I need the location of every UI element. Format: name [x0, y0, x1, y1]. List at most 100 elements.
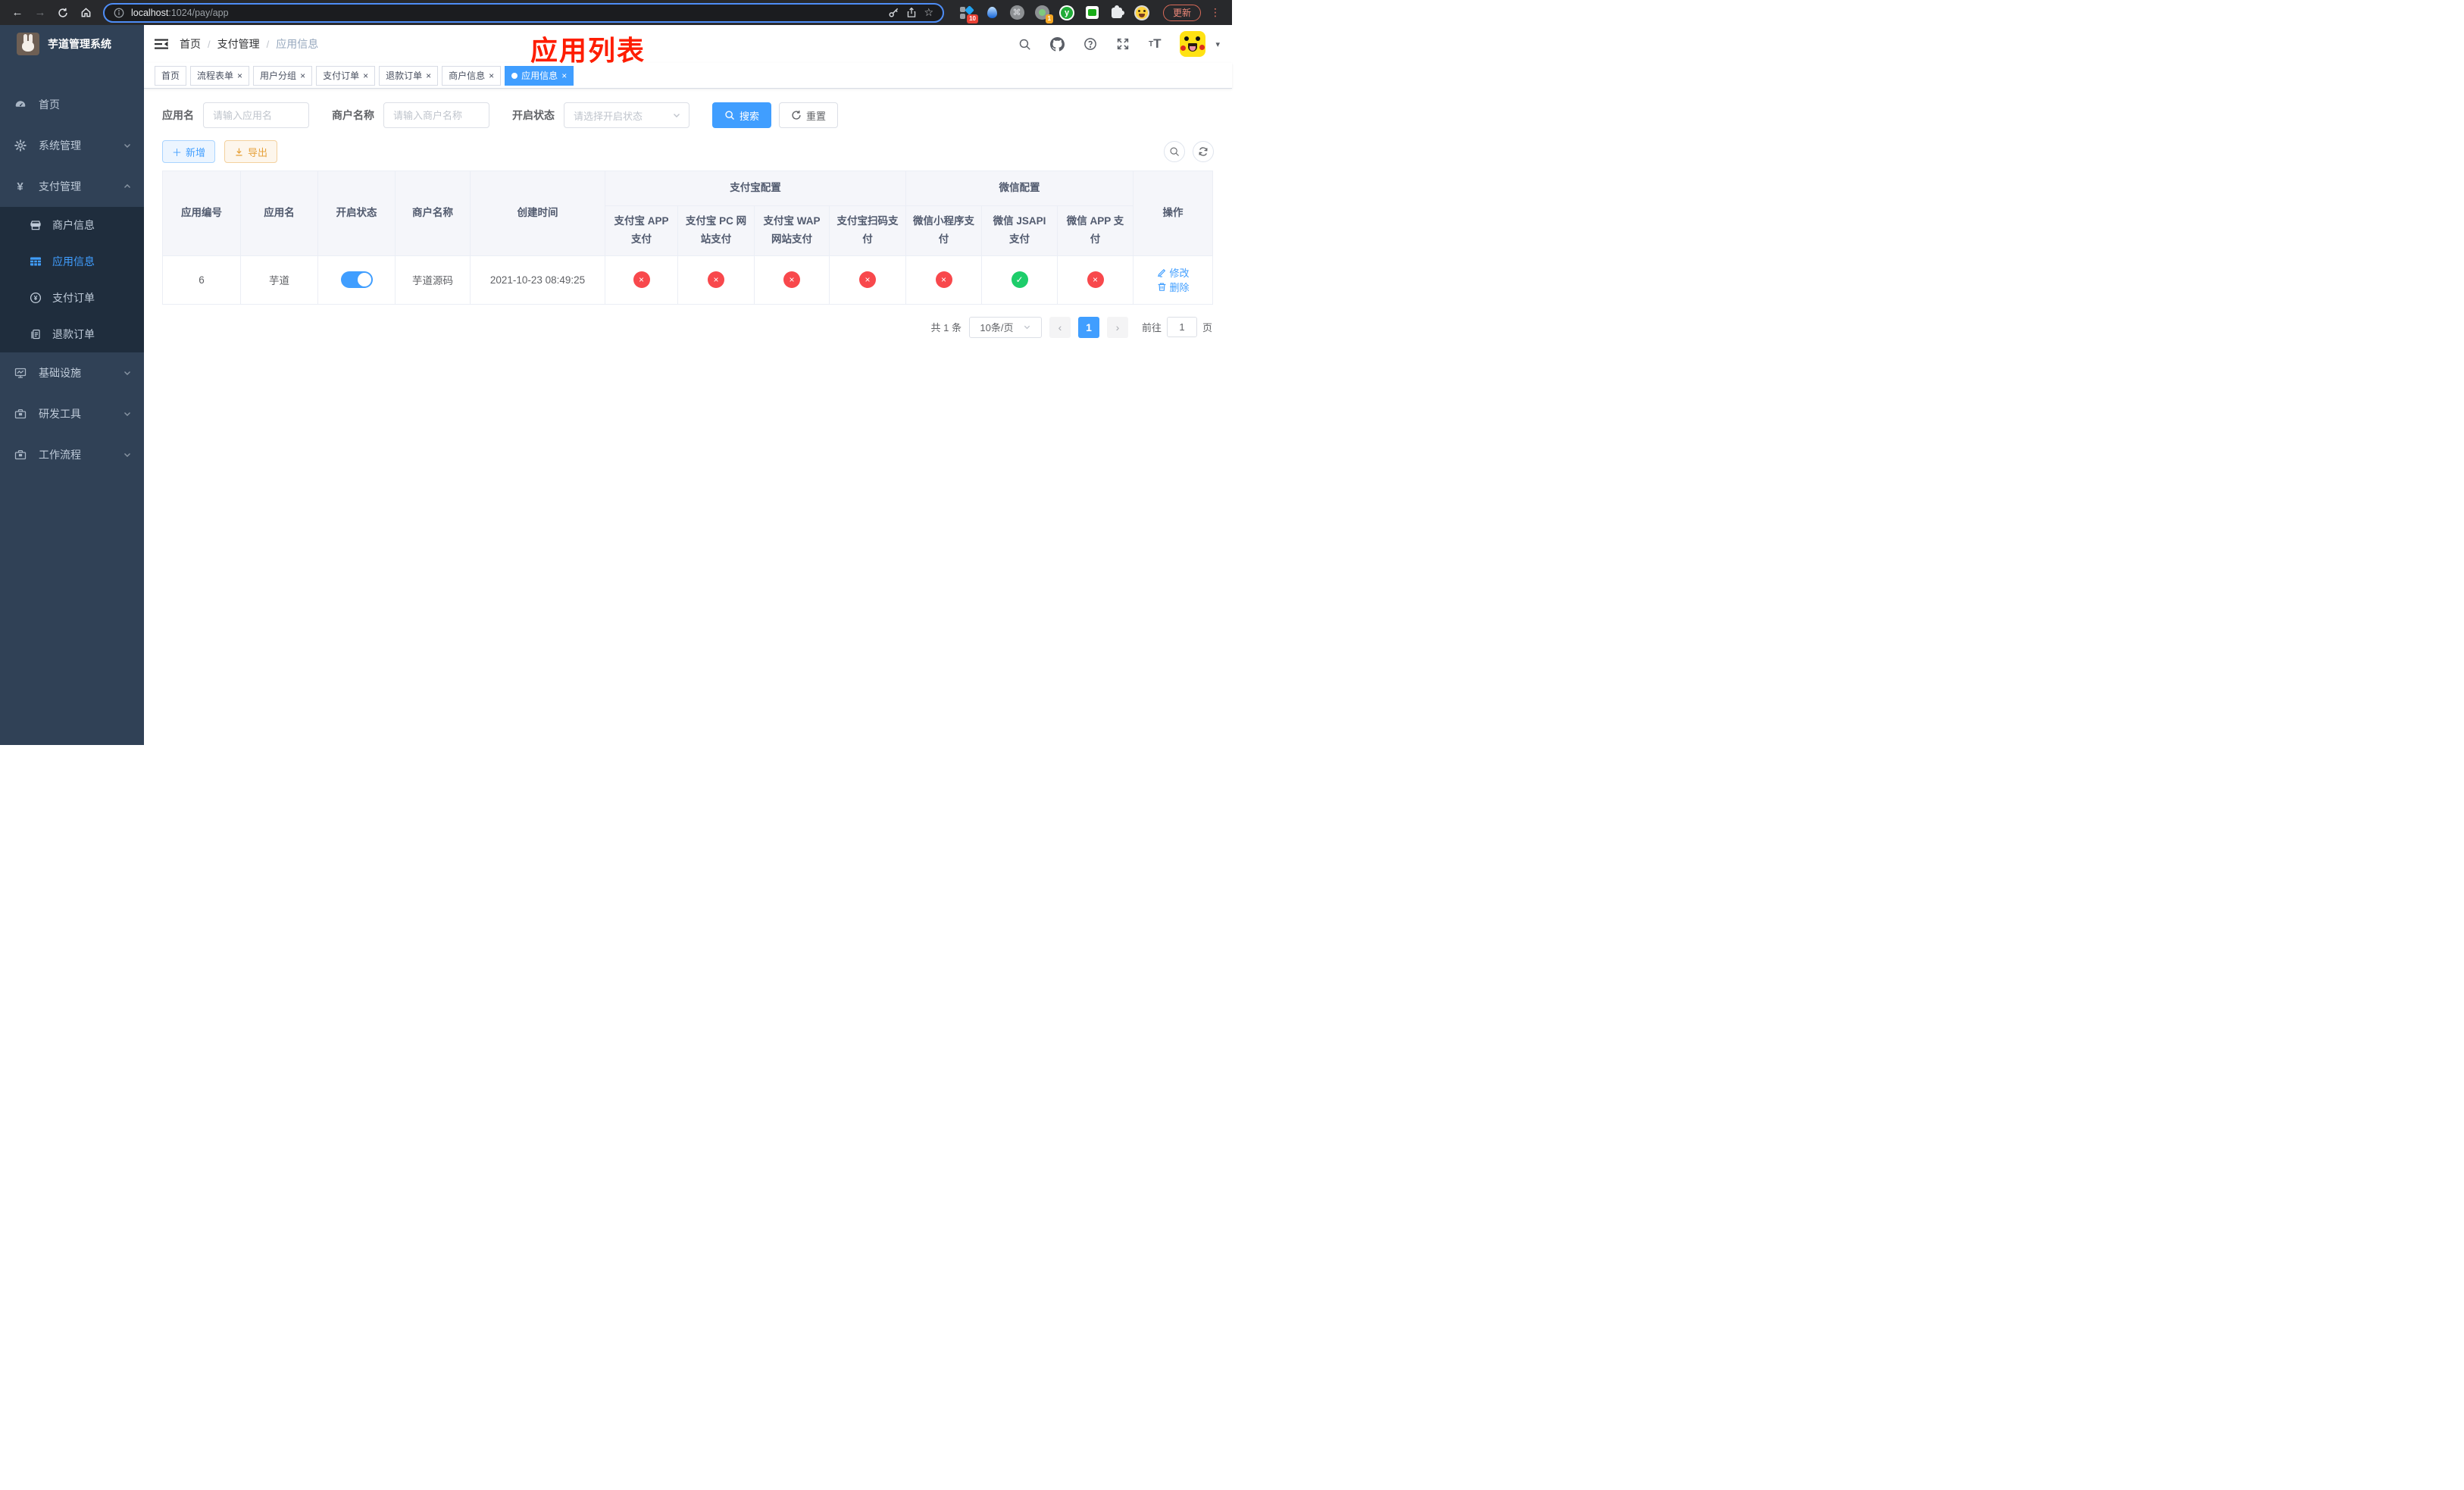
share-icon[interactable] [906, 7, 917, 18]
breadcrumb-home[interactable]: 首页 [180, 36, 201, 52]
merchant-name-input[interactable] [383, 102, 489, 128]
dashboard-icon [14, 99, 27, 111]
sidebar-collapse-icon[interactable] [155, 38, 168, 50]
app-name-input[interactable] [203, 102, 309, 128]
status-label: 开启状态 [512, 109, 555, 121]
sidebar-item-app-info[interactable]: 应用信息 [0, 243, 144, 280]
site-info-icon[interactable] [114, 8, 124, 18]
extension-pinned-icon[interactable]: 10 [959, 5, 978, 23]
pagination: 共 1 条 10条/页 ‹ 1 › 前往 页 [162, 316, 1212, 338]
tab-user-group[interactable]: 用户分组 × [253, 65, 313, 86]
app-title: 芋道管理系统 [48, 38, 111, 50]
trash-icon [1158, 283, 1165, 291]
sidebar-item-home[interactable]: 首页 [0, 84, 144, 125]
app-name-label: 应用名 [162, 109, 194, 121]
cell-merchant: 芋道源码 [395, 255, 471, 305]
url-bar[interactable]: localhost:1024/pay/app ☆ [103, 2, 944, 23]
delete-link[interactable]: 删除 [1157, 280, 1190, 294]
search-icon [725, 111, 735, 121]
close-icon[interactable]: × [363, 71, 368, 80]
extension-balloon-icon[interactable] [984, 5, 999, 20]
tab-pay-order[interactable]: 支付订单 × [316, 65, 376, 86]
col-alipay-app: 支付宝 APP 支付 [605, 205, 678, 256]
sidebar-item-label: 应用信息 [52, 255, 95, 268]
edit-link[interactable]: 修改 [1157, 265, 1190, 280]
fullscreen-icon[interactable] [1116, 37, 1130, 51]
download-icon [236, 148, 242, 156]
sidebar-item-workflow[interactable]: 工作流程 [0, 434, 144, 475]
sidebar-item-system[interactable]: 系统管理 [0, 125, 144, 166]
app-logo[interactable]: 芋道管理系统 [0, 25, 144, 63]
status-select[interactable]: 请选择开启状态 [564, 102, 689, 128]
add-button[interactable]: ＋新增 [162, 140, 216, 163]
extension-badge: 1 [1045, 14, 1053, 23]
breadcrumb-pay[interactable]: 支付管理 [217, 36, 260, 52]
home-icon[interactable] [76, 3, 95, 23]
sidebar: 芋道管理系统 首页 系统管理 ¥ 支付管理 商户信息 应用信息 ¥ 支付订单 退… [0, 25, 144, 745]
col-actions: 操作 [1133, 171, 1214, 256]
refresh-table-button[interactable] [1193, 141, 1214, 162]
search-button[interactable]: 搜索 [712, 102, 772, 128]
page-size-select[interactable]: 10条/页 [968, 316, 1042, 338]
current-page-button[interactable]: 1 [1077, 316, 1099, 338]
password-key-icon[interactable] [888, 7, 899, 18]
close-icon[interactable]: × [489, 71, 494, 80]
sidebar-item-pay-order[interactable]: ¥ 支付订单 [0, 280, 144, 316]
github-icon[interactable] [1049, 36, 1065, 52]
goto-label: 前往 [1141, 322, 1162, 334]
alipay-wap-status-icon: × [783, 271, 800, 289]
goto-page-input[interactable] [1166, 317, 1197, 338]
sidebar-item-infrastructure[interactable]: 基础设施 [0, 352, 144, 393]
extension-y-icon[interactable]: y [1059, 5, 1074, 20]
chrome-update-button[interactable]: 更新 [1163, 4, 1202, 21]
tab-refund-order[interactable]: 退款订单 × [379, 65, 439, 86]
extension-recorder-icon[interactable]: 1 [1034, 5, 1053, 23]
plus-icon: ＋ [172, 146, 183, 158]
close-icon[interactable]: × [237, 71, 242, 80]
sidebar-item-refund-order[interactable]: 退款订单 [0, 316, 144, 352]
tab-merchant-info[interactable]: 商户信息 × [442, 65, 502, 86]
reload-icon[interactable] [53, 3, 73, 23]
back-icon[interactable]: ← [8, 3, 27, 23]
pencil-icon [1157, 269, 1165, 277]
next-page-button[interactable]: › [1106, 316, 1128, 338]
header-search-icon[interactable] [1018, 38, 1031, 51]
avatar[interactable] [1180, 31, 1206, 57]
browser-toolbar: ← → localhost:1024/pay/app ☆ 10 ⌘ 1 y 更新… [0, 0, 1232, 25]
extension-chat-icon[interactable] [1084, 5, 1099, 20]
sidebar-item-label: 支付订单 [52, 292, 95, 304]
extension-command-icon[interactable]: ⌘ [1009, 5, 1024, 20]
alipay-pc-status-icon: × [708, 271, 724, 289]
tab-home[interactable]: 首页 [155, 65, 187, 86]
col-app-name: 应用名 [240, 171, 318, 256]
close-icon[interactable]: × [561, 71, 567, 80]
browser-menu-icon[interactable]: ⋮ [1210, 6, 1221, 19]
toggle-search-button[interactable] [1164, 141, 1185, 162]
extension-puzzle-icon[interactable] [1109, 5, 1124, 20]
chevron-down-icon[interactable]: ▾ [1215, 39, 1220, 49]
close-icon[interactable]: × [300, 71, 305, 80]
reset-button[interactable]: 重置 [779, 102, 839, 128]
sidebar-item-payment[interactable]: ¥ 支付管理 [0, 166, 144, 207]
sidebar-item-merchant-info[interactable]: 商户信息 [0, 207, 144, 243]
help-icon[interactable] [1083, 37, 1097, 51]
tab-process-form[interactable]: 流程表单 × [190, 65, 250, 86]
wx-jsapi-status-icon: ✓ [1011, 271, 1028, 289]
sidebar-item-label: 研发工具 [39, 408, 81, 420]
tab-app-info[interactable]: 应用信息 × [505, 65, 574, 86]
forward-icon[interactable]: → [30, 3, 50, 23]
bookmark-star-icon[interactable]: ☆ [924, 6, 933, 19]
font-size-icon[interactable]: TT [1149, 36, 1162, 52]
close-icon[interactable]: × [426, 71, 431, 80]
extension-emoji-icon[interactable] [1134, 5, 1149, 20]
active-dot [511, 72, 518, 79]
extension-strip: 10 ⌘ 1 y [959, 5, 1149, 23]
cell-created: 2021-10-23 08:49:25 [470, 255, 605, 305]
col-alipay-wap: 支付宝 WAP 网站支付 [754, 205, 830, 256]
sidebar-item-dev-tools[interactable]: 研发工具 [0, 393, 144, 434]
enable-switch[interactable] [340, 271, 373, 289]
prev-page-button[interactable]: ‹ [1049, 316, 1071, 338]
export-button[interactable]: 导出 [224, 140, 278, 163]
document-icon [29, 328, 42, 340]
col-wx-lite: 微信小程序支付 [905, 205, 982, 256]
